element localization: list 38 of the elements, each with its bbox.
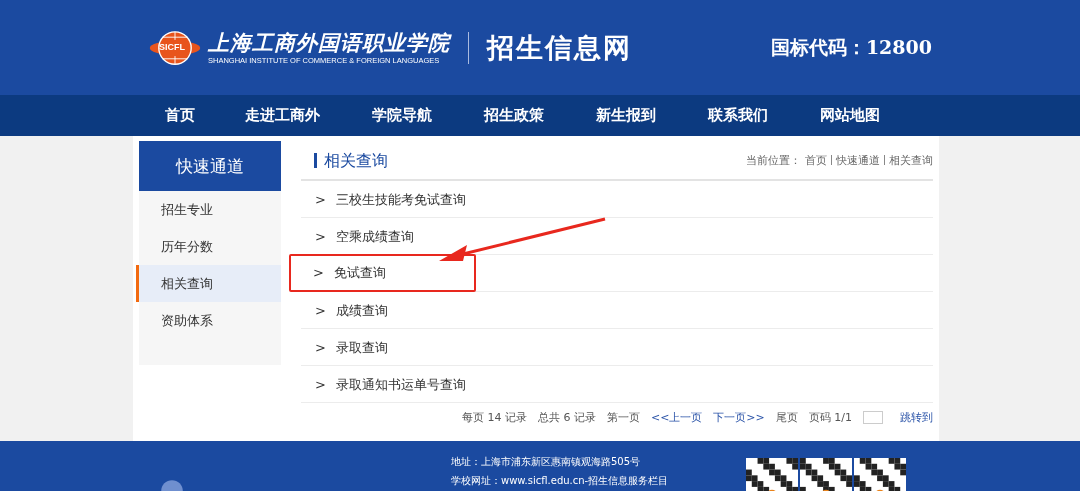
nav-link[interactable]: 学院导航: [372, 106, 432, 125]
jump-link[interactable]: 跳转到: [900, 409, 933, 425]
nav-link[interactable]: 走进工商外: [245, 106, 320, 125]
breadcrumb-link[interactable]: 快速通道: [836, 152, 880, 168]
sidebar-item[interactable]: 资助体系: [136, 302, 281, 339]
breadcrumb-link[interactable]: 首页: [805, 152, 827, 168]
first-page-link[interactable]: 第一页: [606, 409, 640, 425]
breadcrumb-label: 当前位置：: [746, 152, 801, 168]
sidebar-item[interactable]: 相关查询: [136, 265, 281, 302]
page-number: 页码 1/1: [808, 409, 852, 425]
nav-link[interactable]: 首页: [165, 106, 195, 125]
breadcrumb-link[interactable]: 相关查询: [889, 152, 933, 168]
address-text: 地址：上海市浦东新区惠南镇观海路505号: [451, 455, 642, 469]
query-link[interactable]: > 成绩查询: [301, 294, 402, 326]
query-link[interactable]: > 录取通知书运单号查询: [301, 368, 480, 400]
nav-link[interactable]: 网站地图: [820, 106, 880, 125]
section-title: 相关查询: [314, 152, 388, 168]
next-page-link[interactable]: 下一页>>: [713, 409, 765, 425]
website-text: 学校网址：www.sicfl.edu.cn-招生信息服务栏目: [451, 474, 669, 488]
sidebar-title: 快速通道: [139, 141, 281, 191]
last-page-link[interactable]: 尾页: [775, 409, 798, 425]
page-input[interactable]: [863, 410, 883, 424]
institution-code: 国标代码：12800: [770, 34, 932, 60]
query-link[interactable]: > 三校生技能考免试查询: [301, 183, 480, 215]
logo-text: SICFL: [159, 41, 185, 52]
sidebar-item[interactable]: 招生专业: [136, 191, 281, 228]
query-link[interactable]: > 空乘成绩查询: [301, 220, 428, 252]
school-name: 上海工商外国语职业学院: [208, 30, 450, 56]
nav-link[interactable]: 联系我们: [708, 106, 768, 125]
site-title: 招生信息网: [487, 30, 632, 65]
prev-page-link[interactable]: <<上一页: [650, 409, 703, 425]
pager-text: 总共 6 记录: [537, 409, 596, 425]
sidebar-item[interactable]: 历年分数: [136, 228, 281, 265]
query-link[interactable]: > 免试查询: [289, 254, 476, 292]
query-link[interactable]: > 录取查询: [301, 331, 402, 363]
pager-text: 每页 14 记录: [461, 409, 527, 425]
nav-link[interactable]: 招生政策: [484, 106, 544, 125]
nav-link[interactable]: 新生报到: [596, 106, 656, 125]
